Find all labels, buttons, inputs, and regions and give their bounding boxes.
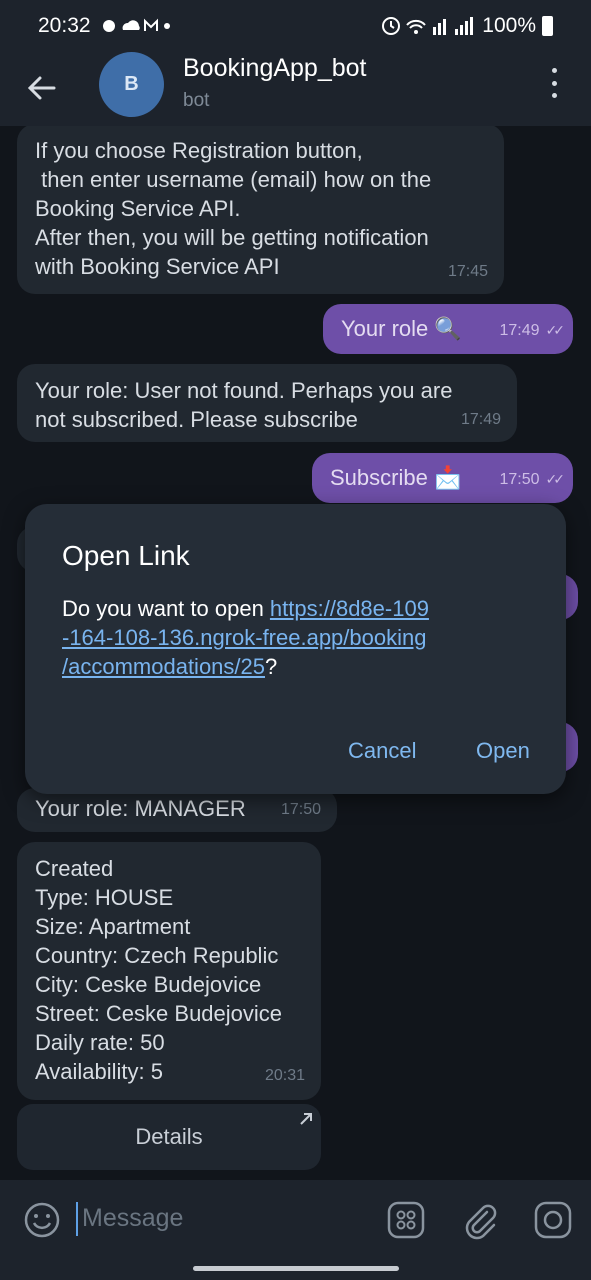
message-line: Availability: 5 <box>35 1059 163 1084</box>
message-line: After then, you will be getting notifica… <box>35 225 429 250</box>
message-time: 17:49 <box>460 411 501 428</box>
message-time-value: 17:49 <box>499 322 540 339</box>
details-button[interactable]: Details <box>17 1104 321 1170</box>
message-bubble[interactable]: Subscribe 📩 17:50 ✓✓ <box>312 453 573 503</box>
avatar[interactable]: B <box>99 52 164 117</box>
open-link-dialog: Open Link Do you want to open https://8d… <box>25 504 566 794</box>
cancel-button[interactable]: Cancel <box>348 738 416 764</box>
message-time: 17:50 <box>280 801 321 818</box>
read-check-icon: ✓✓ <box>545 322 566 338</box>
text-caret <box>76 1202 78 1236</box>
message-line: not subscribed. Please subscribe <box>35 407 358 432</box>
message-text: Your role: MANAGER <box>35 796 246 821</box>
message-time: 17:49 ✓✓ <box>499 316 566 345</box>
message-time: 17:50 ✓✓ <box>499 465 566 494</box>
details-label: Details <box>135 1124 203 1149</box>
read-check-icon: ✓✓ <box>545 471 566 487</box>
open-button[interactable]: Open <box>476 738 530 764</box>
camera-icon[interactable] <box>533 1200 573 1240</box>
notification-icon <box>102 18 170 32</box>
dialog-body: Do you want to open https://8d8e-109 -164… <box>62 594 512 681</box>
message-bubble[interactable]: Your role: MANAGER 17:50 <box>17 788 337 832</box>
message-line: Country: Czech Republic <box>35 943 279 968</box>
message-line: with Booking Service API <box>35 254 280 279</box>
message-line: then enter username (email) how on the <box>35 167 432 192</box>
chat-subtitle: bot <box>183 90 210 111</box>
message-input[interactable]: Message <box>82 1204 183 1233</box>
chat-header: B BookingApp_bot bot <box>0 52 591 126</box>
message-bubble[interactable]: Your role 🔍 17:49 ✓✓ <box>323 304 573 354</box>
battery-percent: 100% <box>482 14 536 37</box>
message-line: Your role: User not found. Perhaps you a… <box>35 378 453 403</box>
status-bar: 20:32 100% <box>0 0 591 52</box>
message-line: Type: HOUSE <box>35 885 174 910</box>
message-line: Street: Ceske Budejovice <box>35 1001 283 1026</box>
message-time: 17:45 <box>447 263 488 280</box>
message-bubble[interactable]: Created Type: HOUSE Size: Apartment Coun… <box>17 842 321 1100</box>
paperclip-icon[interactable] <box>460 1200 500 1240</box>
message-line: Created <box>35 856 114 881</box>
dialog-link-part: https://8d8e-109 <box>269 596 429 621</box>
message-bubble[interactable]: If you choose Registration button, then … <box>17 126 504 294</box>
dialog-prefix: Do you want to open <box>62 596 270 621</box>
message-time: 20:31 <box>264 1067 305 1084</box>
message-line: Daily rate: 50 <box>35 1030 165 1055</box>
message-input-bar: Message <box>0 1180 591 1280</box>
message-time-value: 17:50 <box>499 471 540 488</box>
battery-icon <box>542 16 553 36</box>
message-text: Your role 🔍 <box>341 316 462 341</box>
chat-title[interactable]: BookingApp_bot <box>183 54 366 83</box>
status-time: 20:32 <box>38 14 91 37</box>
signal-icon <box>382 17 474 35</box>
message-text: Subscribe 📩 <box>330 465 462 490</box>
dialog-link-part: -164-108-136.ngrok-free.app/booking <box>62 625 427 650</box>
arrow-left-icon[interactable] <box>24 70 60 106</box>
message-line: City: Ceske Budejovice <box>35 972 262 997</box>
message-bubble[interactable]: Your role: User not found. Perhaps you a… <box>17 364 517 442</box>
dialog-link-part: /accommodations/25 <box>62 654 265 679</box>
bot-keyboard-icon[interactable] <box>386 1200 426 1240</box>
status-right: 100% <box>381 14 553 38</box>
emoji-icon[interactable] <box>22 1200 62 1240</box>
dialog-suffix: ? <box>265 654 278 679</box>
message-line: Booking Service API. <box>35 196 241 221</box>
message-line: If you choose Registration button, <box>35 138 363 163</box>
notification-icons <box>101 16 171 36</box>
more-vert-icon[interactable] <box>540 68 568 98</box>
home-indicator[interactable] <box>193 1266 399 1271</box>
open-link-arrow-icon <box>300 1113 312 1125</box>
dialog-title: Open Link <box>62 540 190 571</box>
message-line: Size: Apartment <box>35 914 191 939</box>
